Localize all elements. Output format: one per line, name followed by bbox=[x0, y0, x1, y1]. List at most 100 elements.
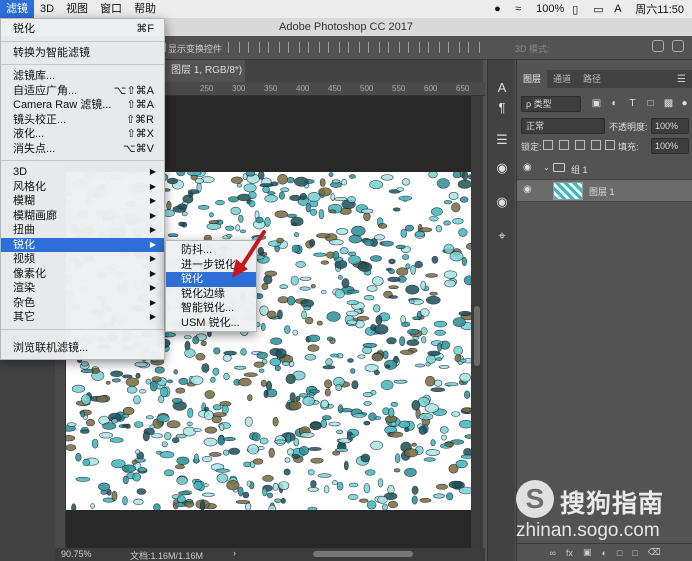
vertical-scroll-thumb[interactable] bbox=[474, 306, 480, 366]
visibility-eye-icon[interactable]: ◉ bbox=[523, 185, 535, 195]
vertical-scrollbar[interactable] bbox=[471, 96, 483, 548]
smart-object-filter-icon[interactable]: ▩ bbox=[663, 98, 674, 109]
pixel-filter-icon[interactable]: ▣ bbox=[591, 98, 602, 109]
lock-all-icon[interactable] bbox=[605, 140, 615, 150]
align-center-icon[interactable] bbox=[368, 42, 380, 53]
menu-item-submenu[interactable]: 模糊画廊 ▶ bbox=[1, 209, 164, 224]
mask-icon[interactable]: ▣ bbox=[583, 547, 592, 558]
wifi-icon[interactable]: ≈ bbox=[515, 3, 528, 15]
sharpen-submenu-item[interactable]: 锐化边缘 bbox=[166, 287, 256, 302]
trash-icon[interactable]: ⌫ bbox=[648, 547, 661, 558]
adjustment-filter-icon[interactable]: ◐ bbox=[609, 98, 620, 109]
menu-item-submenu[interactable]: 模糊 ▶ bbox=[1, 194, 164, 209]
crop-icon[interactable]: ⌖ bbox=[494, 228, 510, 244]
lock-image-icon[interactable] bbox=[559, 140, 569, 150]
menu-item-submenu[interactable]: 3D ▶ bbox=[1, 165, 164, 180]
menu-item-submenu[interactable]: 扭曲 ▶ bbox=[1, 223, 164, 238]
airplay-icon[interactable]: ▭ bbox=[593, 3, 606, 16]
align-top-icon[interactable] bbox=[228, 42, 240, 53]
align-bottom-icon[interactable] bbox=[268, 42, 280, 53]
menu-item-last-filter[interactable]: 锐化 ⌘F bbox=[1, 22, 164, 37]
menu-item-submenu[interactable]: 渲染 ▶ bbox=[1, 281, 164, 296]
horizontal-scroll-thumb[interactable] bbox=[313, 551, 413, 557]
menu-divider bbox=[1, 160, 164, 161]
search-icon[interactable] bbox=[652, 40, 664, 52]
character-icon[interactable]: A bbox=[494, 80, 510, 96]
distribute-right-icon[interactable] bbox=[448, 42, 460, 53]
menu-item-browse-online[interactable]: 浏览联机滤镜... bbox=[1, 341, 164, 356]
filter-toggle-icon[interactable]: ● bbox=[679, 98, 690, 109]
paragraph-icon[interactable]: ¶ bbox=[494, 100, 510, 116]
visibility-eye-icon[interactable]: ◉ bbox=[523, 163, 535, 173]
3d-mode-label: 3D 模式: bbox=[515, 44, 550, 54]
menu-item-label: 消失点... bbox=[13, 142, 56, 155]
align-right-icon[interactable] bbox=[388, 42, 400, 53]
status-menu-chevron-icon[interactable]: › bbox=[233, 548, 236, 558]
menu-help[interactable]: 帮助 bbox=[128, 0, 162, 18]
link-icon[interactable]: ∞ bbox=[550, 548, 556, 558]
menu-item-filter[interactable]: 镜头校正... ⇧⌘R bbox=[1, 113, 164, 128]
ruler-tick-label: 600 bbox=[424, 84, 438, 93]
group-icon[interactable]: □ bbox=[617, 548, 622, 558]
sharpen-submenu-item[interactable]: USM 锐化... bbox=[166, 316, 256, 331]
menu-item-filter[interactable]: 液化... ⇧⌘X bbox=[1, 127, 164, 142]
menu-item-filter[interactable]: 自适应广角... ⌥⇧⌘A bbox=[1, 84, 164, 99]
clock[interactable]: 周六11:50 bbox=[635, 1, 684, 17]
auto-align-icon[interactable] bbox=[468, 42, 480, 53]
lock-transparent-icon[interactable] bbox=[543, 140, 553, 150]
layers-icon[interactable]: ☰ bbox=[494, 132, 510, 148]
lock-artboard-icon[interactable] bbox=[591, 140, 601, 150]
opacity-input[interactable]: 100% bbox=[651, 118, 689, 134]
layer-group-row[interactable]: ◉ ⌄ 组 1 bbox=[517, 158, 692, 180]
menu-item-filter[interactable]: 滤镜库... bbox=[1, 69, 164, 84]
channels-icon[interactable]: ◉ bbox=[494, 160, 510, 176]
lock-label: 锁定: bbox=[521, 142, 542, 152]
zoom-level[interactable]: 90.75% bbox=[61, 549, 92, 559]
adjust-icon[interactable]: ◉ bbox=[494, 194, 510, 210]
align-left-icon[interactable] bbox=[348, 42, 360, 53]
menu-item-submenu[interactable]: 像素化 ▶ bbox=[1, 267, 164, 282]
sharpen-submenu-item[interactable]: 智能锐化... bbox=[166, 301, 256, 316]
distribute-bottom-icon[interactable] bbox=[328, 42, 340, 53]
menu-item-filter[interactable]: 消失点... ⌥⌘V bbox=[1, 142, 164, 157]
lock-row: 锁定: 填充: 100% bbox=[521, 138, 689, 154]
panel-menu-icon[interactable]: ☰ bbox=[677, 74, 686, 85]
menu-view[interactable]: 视图 bbox=[60, 0, 94, 18]
tab-layers[interactable]: 图层 bbox=[517, 70, 548, 88]
menu-3d[interactable]: 3D bbox=[34, 0, 60, 18]
menu-window[interactable]: 窗口 bbox=[94, 0, 128, 18]
menu-item-submenu[interactable]: 锐化 ▶ bbox=[1, 237, 164, 252]
fx-icon[interactable]: fx bbox=[566, 548, 573, 558]
menu-item-submenu[interactable]: 其它 ▶ bbox=[1, 310, 164, 325]
distribute-top-icon[interactable] bbox=[288, 42, 300, 53]
workspace-icon[interactable] bbox=[672, 40, 684, 52]
distribute-center-icon[interactable] bbox=[428, 42, 440, 53]
submenu-arrow-icon: ▶ bbox=[149, 254, 156, 263]
menu-filter[interactable]: 滤镜 bbox=[0, 0, 34, 18]
tab-channels[interactable]: 通道 bbox=[547, 70, 577, 88]
menu-item-submenu[interactable]: 视频 ▶ bbox=[1, 252, 164, 267]
layer-row[interactable]: ◉ 图层 1 bbox=[517, 180, 692, 202]
shape-filter-icon[interactable]: □ bbox=[645, 98, 656, 109]
layer-filter-select[interactable]: ρ 类型 bbox=[521, 96, 581, 112]
lock-position-icon[interactable] bbox=[575, 140, 585, 150]
menu-item-submenu[interactable]: 杂色 ▶ bbox=[1, 296, 164, 311]
distribute-middle-icon[interactable] bbox=[308, 42, 320, 53]
menu-item-submenu[interactable]: 风格化 ▶ bbox=[1, 180, 164, 195]
new-layer-icon[interactable]: □ bbox=[632, 548, 637, 558]
input-method-icon[interactable]: A bbox=[614, 3, 627, 15]
chevron-down-icon[interactable]: ⌄ bbox=[543, 163, 550, 172]
menu-item-filter[interactable]: Camera Raw 滤镜... ⇧⌘A bbox=[1, 98, 164, 113]
distribute-left-icon[interactable] bbox=[408, 42, 420, 53]
battery-icon[interactable]: ▯ bbox=[572, 3, 585, 16]
fill-input[interactable]: 100% bbox=[651, 138, 689, 154]
qq-icon[interactable]: ● bbox=[494, 3, 507, 15]
menu-item-convert-smart[interactable]: 转换为智能滤镜 bbox=[1, 46, 164, 61]
tab-paths[interactable]: 路径 bbox=[577, 70, 607, 88]
menu-item-label: 杂色 bbox=[13, 296, 35, 309]
document-tab[interactable]: 图层 1, RGB/8*) * bbox=[165, 60, 245, 98]
align-middle-icon[interactable] bbox=[248, 42, 260, 53]
adjustment-icon[interactable]: ◐ bbox=[601, 548, 606, 558]
type-filter-icon[interactable]: T bbox=[627, 98, 638, 109]
blend-mode-select[interactable]: 正常 bbox=[521, 118, 605, 134]
